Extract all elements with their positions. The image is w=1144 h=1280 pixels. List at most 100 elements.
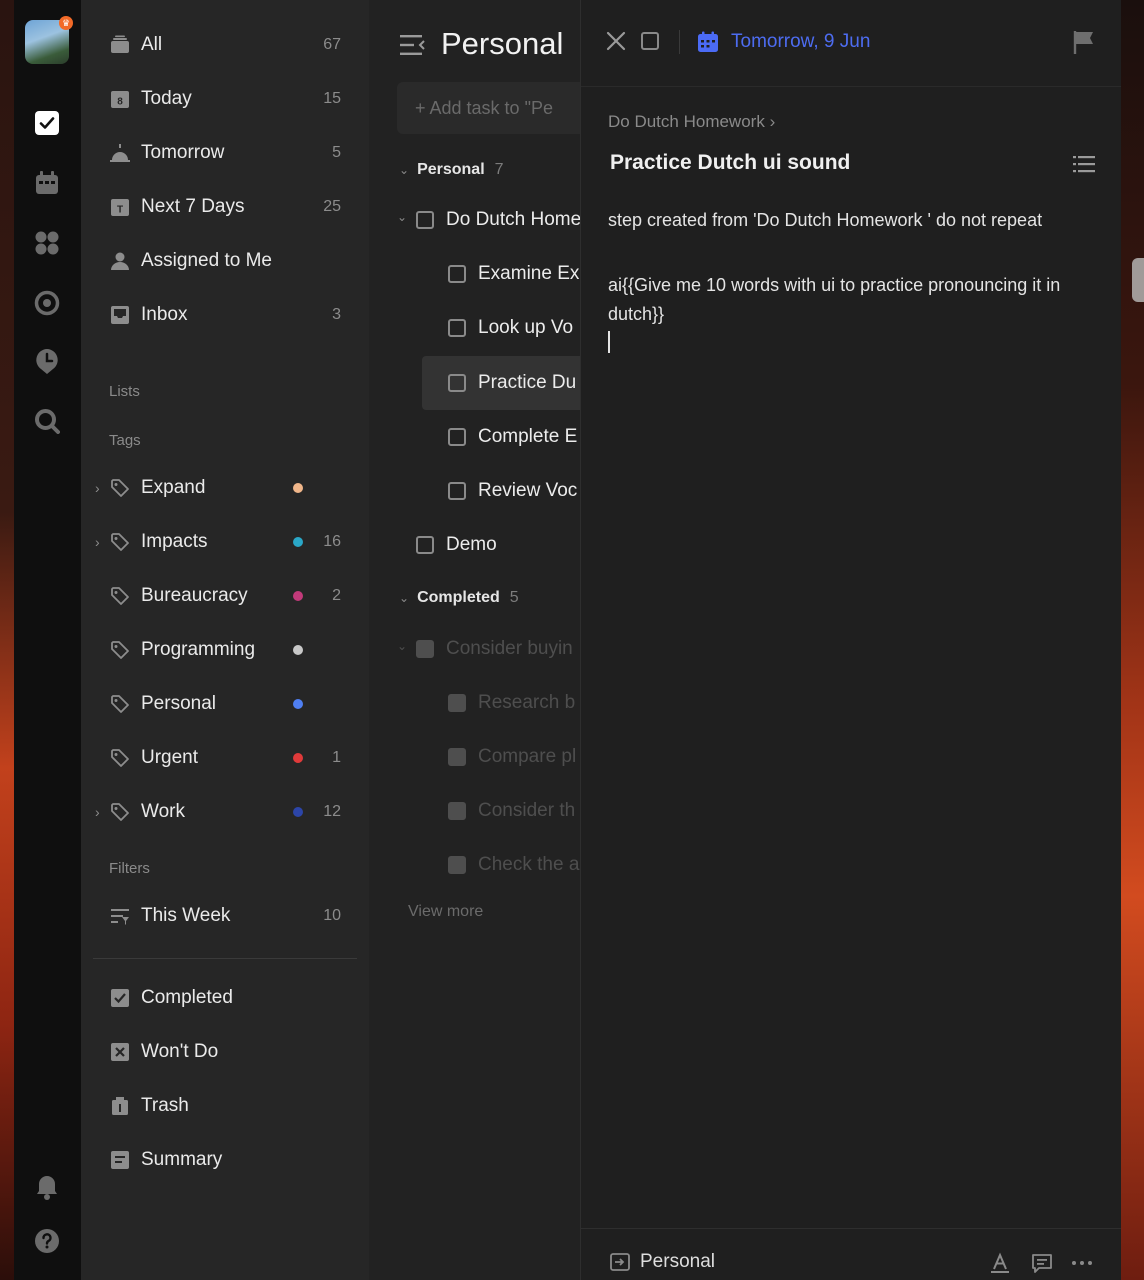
task-checkbox[interactable] [416,536,434,554]
bell-icon[interactable] [34,1174,60,1200]
comment-icon[interactable] [1031,1252,1053,1274]
filters-heading[interactable]: Filters [109,860,150,877]
chevron-down-icon[interactable]: ⌄ [399,163,409,177]
navigation-rail: ♛ [14,0,81,1280]
sidebar-item-tomorrow[interactable]: Tomorrow 5 [109,133,341,173]
sidebar-item-count: 15 [323,90,341,107]
sidebar-tag-personal[interactable]: Personal [109,684,341,724]
sidebar-item-all[interactable]: All 67 [109,25,341,65]
sidebar-item-summary[interactable]: Summary [109,1140,341,1180]
task-title: Consider buyin [446,638,573,659]
detail-header-divider [581,86,1121,87]
task-checkbox-checked[interactable] [448,856,466,874]
due-date[interactable]: Tomorrow, 9 Jun [731,31,870,53]
task-row-completed[interactable]: Research b [448,683,575,723]
task-row[interactable]: Review Voc [448,471,577,511]
text-format-icon[interactable] [989,1252,1011,1274]
lists-heading[interactable]: Lists [109,383,140,400]
group-header-completed[interactable]: ⌄ Completed 5 [399,589,519,607]
task-row[interactable]: Examine Ex [448,254,579,294]
sidebar-tag-urgent[interactable]: Urgent 1 [109,738,341,778]
task-row-completed[interactable]: Check the a [448,845,579,885]
flag-icon[interactable] [1073,30,1095,54]
task-title: Consider th [478,800,576,821]
task-complete-checkbox[interactable] [641,32,659,50]
sidebar-tag-work[interactable]: › Work 12 [95,792,341,832]
collapse-menu-icon[interactable] [400,34,426,56]
grid-icon[interactable] [34,230,60,256]
chevron-down-icon[interactable]: ⌄ [397,639,407,653]
chevron-right-icon[interactable]: › [95,480,100,496]
task-title: Review Voc [478,480,578,501]
move-to-list-icon[interactable] [610,1252,630,1272]
group-label: Completed [417,589,500,606]
task-row-completed[interactable]: Consider buyin [416,629,573,669]
task-row-selected[interactable]: Practice Du [422,356,580,410]
sidebar-item-assigned-to-me[interactable]: Assigned to Me [109,241,341,281]
tags-heading[interactable]: Tags [109,432,141,449]
task-checkbox[interactable] [448,428,466,446]
sidebar-filter-this-week[interactable]: This Week 10 [109,896,341,936]
task-row-completed[interactable]: Consider th [448,791,575,831]
breadcrumb-parent[interactable]: Do Dutch Homework [608,112,765,131]
chevron-right-icon[interactable]: › [95,534,100,550]
task-checkbox-checked[interactable] [448,802,466,820]
task-description-editor[interactable]: step created from 'Do Dutch Homework ' d… [608,206,1098,365]
target-icon[interactable] [34,290,60,316]
task-checkbox[interactable] [448,319,466,337]
chevron-down-icon[interactable]: ⌄ [399,591,409,605]
more-options-icon[interactable] [1071,1252,1093,1274]
group-count: 7 [494,161,504,178]
svg-text:T: T [117,205,123,216]
stack-icon [109,34,131,56]
avatar[interactable]: ♛ [25,16,73,64]
chevron-right-icon[interactable]: › [95,804,100,820]
task-title-field[interactable]: Practice Dutch ui sound [610,151,850,175]
sidebar-tag-impacts[interactable]: › Impacts 16 [95,522,341,562]
tag-color-dot [293,483,303,493]
task-checkbox-checked[interactable] [416,640,434,658]
task-row[interactable]: Do Dutch Home [416,200,580,240]
search-icon[interactable] [34,408,60,434]
sidebar-item-completed[interactable]: Completed [109,978,341,1018]
task-checkbox[interactable] [448,374,466,392]
breadcrumb[interactable]: Do Dutch Homework › [608,112,775,132]
text-caret [608,331,610,353]
help-icon[interactable] [34,1228,60,1254]
checklist-icon[interactable] [1073,154,1095,174]
sidebar-item-today[interactable]: 8 Today 15 [109,79,341,119]
sidebar-item-inbox[interactable]: Inbox 3 [109,295,341,335]
sidebar-item-label: Personal [141,693,216,714]
sunrise-icon [109,142,131,164]
task-row[interactable]: Look up Vo [448,308,573,348]
sidebar-item-wont-do[interactable]: Won't Do [109,1032,341,1072]
close-icon[interactable] [605,30,627,52]
task-row-completed[interactable]: Compare pl [448,737,576,777]
sidebar-item-count: 5 [332,144,341,161]
chevron-down-icon[interactable]: ⌄ [397,210,407,224]
check-square-icon[interactable] [35,111,59,135]
calendar-icon[interactable] [697,31,719,53]
sidebar-item-next-7-days[interactable]: T Next 7 Days 25 [109,187,341,227]
group-header-personal[interactable]: ⌄ Personal 7 [399,161,504,179]
sidebar-tag-expand[interactable]: › Expand [95,468,341,508]
x-box-icon [109,1041,131,1063]
sidebar-item-trash[interactable]: Trash [109,1086,341,1126]
task-checkbox[interactable] [416,211,434,229]
sidebar-tag-bureaucracy[interactable]: Bureaucracy 2 [109,576,341,616]
clock-pin-icon[interactable] [34,348,60,374]
task-checkbox-checked[interactable] [448,694,466,712]
task-row[interactable]: Demo [416,525,497,565]
task-checkbox[interactable] [448,482,466,500]
task-title: Complete E [478,426,578,447]
sidebar-item-label: Today [141,88,192,109]
task-checkbox-checked[interactable] [448,748,466,766]
task-checkbox[interactable] [448,265,466,283]
view-more-link[interactable]: View more [408,903,483,921]
sidebar-item-label: Summary [141,1149,223,1170]
task-row[interactable]: Complete E [448,417,577,457]
add-task-input[interactable]: + Add task to "Pe [397,82,580,134]
sidebar-tag-programming[interactable]: Programming [109,630,341,670]
project-selector[interactable]: Personal [640,1251,715,1273]
calendar-icon[interactable] [34,170,60,196]
